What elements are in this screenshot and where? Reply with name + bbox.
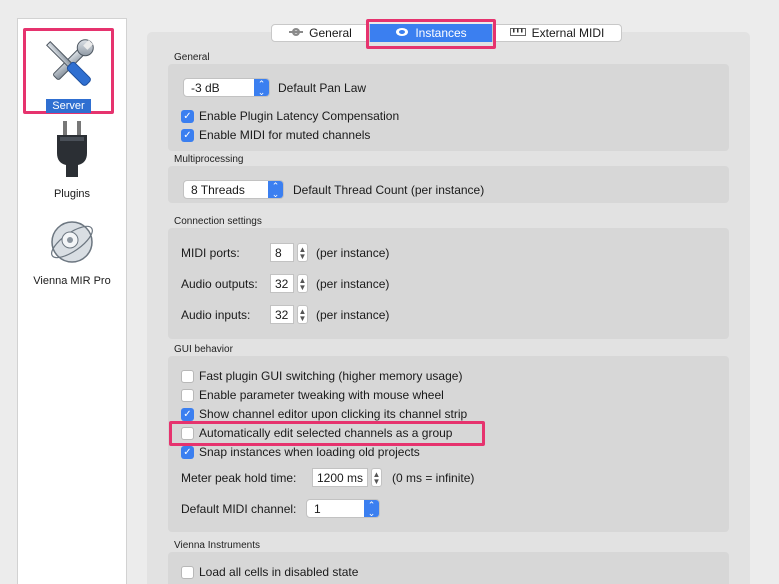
midi-channel-label: Default MIDI channel: [181, 501, 297, 516]
section-title-general: General [174, 52, 210, 63]
gear-icon [289, 26, 304, 40]
sidebar-item-plugins[interactable]: Plugins [18, 119, 126, 200]
gui-option-row[interactable]: Enable parameter tweaking with mouse whe… [181, 388, 444, 402]
tab-label: General [309, 26, 352, 40]
audio-inputs-row: Audio inputs: 32 ▲ ▼ (per instance) [181, 305, 389, 324]
audio-inputs-input[interactable]: 32 [270, 305, 294, 324]
latency-checkbox-row[interactable]: ✓ Enable Plugin Latency Compensation [181, 109, 399, 123]
pan-law-row: -3 dB ⌃ ⌄ Default Pan Law [183, 78, 366, 97]
threads-label: Default Thread Count (per instance) [293, 182, 485, 197]
midi-ports-row: MIDI ports: 8 ▲ ▼ (per instance) [181, 243, 389, 262]
tab-external-midi[interactable]: External MIDI [492, 24, 622, 42]
midi-ports-input[interactable]: 8 [270, 243, 294, 262]
audio-outputs-label: Audio outputs: [181, 276, 258, 291]
midi-muted-checkbox-row[interactable]: ✓ Enable MIDI for muted channels [181, 128, 370, 142]
midi-muted-label: Enable MIDI for muted channels [199, 128, 371, 142]
tab-label: External MIDI [531, 26, 605, 40]
plug-icon [18, 119, 126, 184]
section-title-connection: Connection settings [174, 216, 262, 227]
section-title-vienna: Vienna Instruments [174, 540, 260, 551]
pan-law-select[interactable]: -3 dB ⌃ ⌄ [183, 78, 270, 97]
keyboard-icon [509, 26, 526, 40]
sidebar-item-vienna-mir-pro[interactable]: Vienna MIR Pro [18, 216, 126, 287]
gui-option-label: Enable parameter tweaking with mouse whe… [199, 388, 444, 402]
tab-instances[interactable]: Instances [366, 19, 496, 49]
checkmark-icon[interactable]: ✓ [181, 445, 194, 459]
audio-inputs-stepper[interactable]: ▲ ▼ [297, 305, 308, 324]
sidebar-item-server[interactable]: Server [23, 28, 114, 114]
chevron-updown-icon: ⌃ ⌄ [268, 181, 283, 198]
audio-outputs-input[interactable]: 32 [270, 274, 294, 293]
checkbox-icon[interactable] [181, 388, 194, 402]
section-title-multiprocessing: Multiprocessing [174, 154, 244, 165]
meter-peak-stepper[interactable]: ▲ ▼ [371, 468, 382, 487]
gui-option-row[interactable]: ✓ Snap instances when loading old projec… [181, 445, 420, 459]
checkmark-icon[interactable]: ✓ [181, 407, 194, 421]
audio-inputs-suffix: (per instance) [316, 307, 390, 322]
gui-option-row[interactable]: ✓ Show channel editor upon clicking its … [181, 407, 467, 421]
meter-peak-input[interactable]: 1200 ms [312, 468, 368, 487]
meter-peak-suffix: (0 ms = infinite) [392, 470, 475, 485]
sidebar-item-label: Plugins [53, 188, 91, 200]
midi-ports-label: MIDI ports: [181, 245, 240, 260]
gui-option-label: Snap instances when loading old projects [199, 445, 420, 459]
tab-bar: General Instances External MIDI [271, 19, 622, 49]
load-cells-row[interactable]: Load all cells in disabled state [181, 565, 358, 579]
checkmark-icon[interactable]: ✓ [181, 128, 194, 142]
instances-icon [395, 26, 409, 40]
meter-peak-label: Meter peak hold time: [181, 470, 297, 485]
checkbox-icon[interactable] [181, 369, 194, 383]
audio-outputs-row: Audio outputs: 32 ▲ ▼ (per instance) [181, 274, 389, 293]
gui-option-label: Show channel editor upon clicking its ch… [199, 407, 468, 421]
latency-label: Enable Plugin Latency Compensation [199, 109, 400, 123]
load-cells-label: Load all cells in disabled state [199, 565, 359, 579]
midi-channel-select[interactable]: 1 ⌃ ⌄ [306, 499, 380, 518]
checkmark-icon[interactable]: ✓ [181, 109, 194, 123]
midi-channel-row: Default MIDI channel: 1 ⌃ ⌄ [181, 499, 380, 518]
tab-general[interactable]: General [271, 24, 370, 42]
threads-select[interactable]: 8 Threads ⌃ ⌄ [183, 180, 284, 199]
chevron-updown-icon: ⌃ ⌄ [254, 79, 269, 96]
tab-label: Instances [415, 26, 467, 40]
server-tools-icon [26, 33, 111, 98]
sidebar-item-label: Vienna MIR Pro [33, 275, 111, 287]
audio-outputs-stepper[interactable]: ▲ ▼ [297, 274, 308, 293]
meter-peak-row: Meter peak hold time: 1200 ms ▲ ▼ (0 ms =… [181, 468, 474, 487]
vienna-mir-icon [18, 216, 126, 271]
sidebar: Server Plugins Vienna MIR Pro [17, 18, 127, 584]
audio-outputs-suffix: (per instance) [316, 276, 390, 291]
audio-inputs-label: Audio inputs: [181, 307, 251, 322]
gui-option-label: Fast plugin GUI switching (higher memory… [199, 369, 463, 383]
highlight-box [169, 421, 485, 446]
pan-law-label: Default Pan Law [278, 80, 367, 95]
chevron-updown-icon: ⌃ ⌄ [364, 500, 379, 517]
section-title-gui: GUI behavior [174, 344, 233, 355]
midi-ports-stepper[interactable]: ▲ ▼ [297, 243, 308, 262]
threads-row: 8 Threads ⌃ ⌄ Default Thread Count (per i… [183, 180, 484, 199]
midi-ports-suffix: (per instance) [316, 245, 390, 260]
sidebar-item-label: Server [46, 99, 91, 113]
gui-option-row[interactable]: Fast plugin GUI switching (higher memory… [181, 369, 462, 383]
checkbox-icon[interactable] [181, 565, 194, 579]
